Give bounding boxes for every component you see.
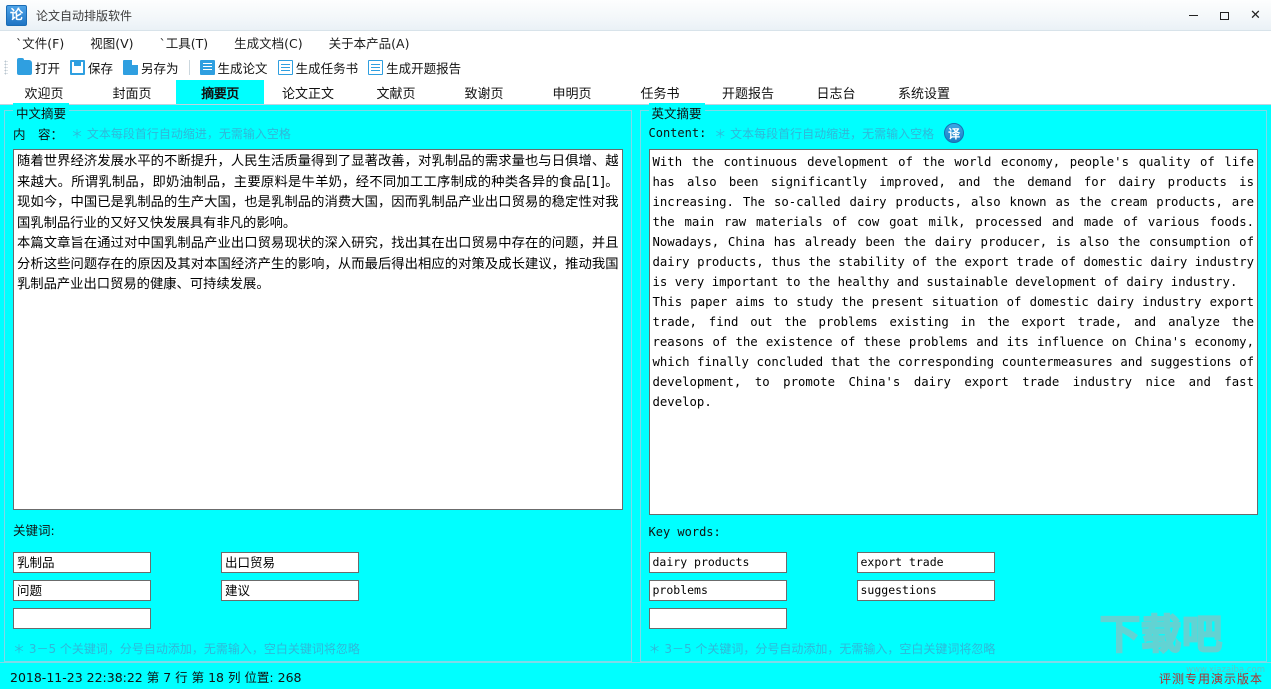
english-abstract-panel: 英文摘要 Content: ＊ 文本每段首行自动缩进，无需输入空格 译 With… [639,103,1267,662]
english-keywords-hint: ＊ 3－5 个关键词，分号自动添加，无需输入，空白关键词将忽略 [648,642,996,656]
menu-item-about[interactable]: 关于本产品(A) [329,33,410,52]
tab-main-text[interactable]: 论文正文 [264,80,352,104]
toolbar-generate-proposal-label: 生成开题报告 [386,60,462,76]
english-keywords-grid: dairy products export trade problems sug… [648,552,1259,629]
toolbar-generate-task-button[interactable]: 生成任务书 [273,57,364,78]
chinese-abstract-panel: 中文摘要 内 容： ＊ 文本每段首行自动缩进，无需输入空格 随着世界经济发展水平… [4,103,632,662]
chinese-keywords-section: 关键词: 乳制品 出口贸易 问题 建议 ＊ 3－5 个关键词，分号自动添加，无需… [13,510,623,657]
chinese-abstract-legend: 中文摘要 [13,103,70,122]
application-window: 论 论文自动排版软件 ✕ `文件(F) 视图(V) `工具(T) 生成文档(C)… [0,0,1271,689]
toolbar-save-as-button[interactable]: 另存为 [118,57,184,78]
english-content-row: Content: ＊ 文本每段首行自动缩进，无需输入空格 译 [649,122,1259,144]
english-keyword-input-4[interactable]: suggestions [856,580,995,601]
toolbar-generate-thesis-button[interactable]: 生成论文 [195,57,273,78]
toolbar-grip[interactable] [4,59,8,75]
chinese-content-row: 内 容： ＊ 文本每段首行自动缩进，无需输入空格 [13,122,623,144]
english-keyword-input-3[interactable]: problems [648,580,787,601]
toolbar: 打开 保存 另存为 生成论文 生成任务书 生成开题报告 [0,55,1271,80]
english-abstract-legend: 英文摘要 [648,103,705,122]
chinese-keyword-input-3[interactable]: 问题 [13,580,151,601]
menu-item-view[interactable]: 视图(V) [90,33,133,52]
chinese-abstract-paragraph-2: 本篇文章旨在通过对中国乳制品产业出口贸易现状的深入研究，找出其在出口贸易中存在的… [17,236,619,292]
english-keyword-input-1[interactable]: dairy products [648,552,787,573]
document-solid-icon [199,59,215,75]
minimize-button[interactable] [1178,0,1209,31]
toolbar-generate-task-label: 生成任务书 [295,60,359,76]
tab-proposal-report[interactable]: 开题报告 [704,80,792,104]
english-abstract-paragraph-1: With the continuous development of the w… [652,155,1255,289]
folder-open-icon [17,57,32,75]
menu-item-tools[interactable]: `工具(T) [160,33,209,52]
menu-item-generate-document[interactable]: 生成文档(C) [234,33,302,52]
menu-bar: `文件(F) 视图(V) `工具(T) 生成文档(C) 关于本产品(A) [0,31,1271,55]
english-content-hint: ＊ 文本每段首行自动缩进，无需输入空格 [714,126,935,141]
demo-version-label: 评测专用演示版本 [1158,672,1263,686]
tab-references[interactable]: 文献页 [352,80,440,104]
chinese-keywords-title: 关键词: [13,523,55,538]
tab-acknowledgement[interactable]: 致谢页 [440,80,528,104]
chinese-keyword-input-1[interactable]: 乳制品 [13,552,151,573]
english-keywords-title: Key words: [648,525,721,539]
app-logo-icon: 论 [6,4,27,26]
chinese-keyword-input-4[interactable]: 建议 [221,580,359,601]
save-as-icon [123,59,139,75]
maximize-button[interactable] [1209,0,1240,31]
english-keywords-section: Key words: dairy products export trade p… [648,515,1259,657]
english-abstract-textarea[interactable]: With the continuous development of the w… [648,149,1258,515]
tab-abstract[interactable]: 摘要页 [176,80,264,104]
tab-welcome[interactable]: 欢迎页 [0,80,88,104]
toolbar-save-button[interactable]: 保存 [65,57,118,78]
chinese-keyword-input-2[interactable]: 出口贸易 [221,552,359,573]
close-button[interactable]: ✕ [1240,0,1271,31]
tab-strip: 欢迎页 封面页 摘要页 论文正文 文献页 致谢页 申明页 任务书 开题报告 日志… [0,80,1271,105]
english-abstract-paragraph-2: This paper aims to study the present sit… [652,295,1255,409]
window-controls: ✕ [1178,0,1271,31]
status-bar: 2018-11-23 22:38:22 第 7 行 第 18 列 位置: 268… [0,612,1271,689]
translate-button[interactable]: 译 [944,123,965,143]
english-keyword-input-2[interactable]: export trade [856,552,995,573]
main-content: 中文摘要 内 容： ＊ 文本每段首行自动缩进，无需输入空格 随着世界经济发展水平… [0,103,1271,662]
english-keyword-input-5[interactable] [648,608,787,629]
toolbar-save-as-label: 另存为 [141,60,179,76]
maximize-icon [1220,11,1229,20]
save-icon [70,59,86,75]
menu-item-file[interactable]: `文件(F) [16,33,64,52]
toolbar-generate-proposal-button[interactable]: 生成开题报告 [363,57,466,78]
chinese-abstract-textarea[interactable]: 随着世界经济发展水平的不断提升，人民生活质量得到了显著改善，对乳制品的需求量也与… [13,149,623,510]
document-icon [368,59,384,75]
tab-system-settings[interactable]: 系统设置 [880,80,968,104]
tab-declaration[interactable]: 申明页 [528,80,616,104]
toolbar-save-label: 保存 [88,60,114,76]
chinese-abstract-paragraph-1: 随着世界经济发展水平的不断提升，人民生活质量得到了显著改善，对乳制品的需求量也与… [17,154,619,231]
chinese-content-hint: ＊ 文本每段首行自动缩进，无需输入空格 [71,126,291,141]
tab-log-console[interactable]: 日志台 [792,80,880,104]
tab-cover[interactable]: 封面页 [88,80,176,104]
chinese-keywords-grid: 乳制品 出口贸易 问题 建议 [13,552,623,629]
toolbar-open-label: 打开 [35,60,61,76]
chinese-content-label: 内 容： [13,126,64,142]
minimize-icon [1189,15,1198,16]
english-content-label: Content: [648,126,707,140]
title-bar: 论 论文自动排版软件 ✕ [0,0,1271,31]
document-icon [277,59,293,75]
tab-task-book[interactable]: 任务书 [616,80,704,104]
chinese-keywords-hint: ＊ 3－5 个关键词，分号自动添加，无需输入，空白关键词将忽略 [13,642,360,656]
chinese-keyword-input-5[interactable] [13,608,151,629]
window-title: 论文自动排版软件 [36,8,133,23]
toolbar-generate-thesis-label: 生成论文 [217,60,268,76]
toolbar-separator [188,59,190,75]
toolbar-open-button[interactable]: 打开 [12,57,65,78]
status-text: 2018-11-23 22:38:22 第 7 行 第 18 列 位置: 268 [10,669,302,685]
